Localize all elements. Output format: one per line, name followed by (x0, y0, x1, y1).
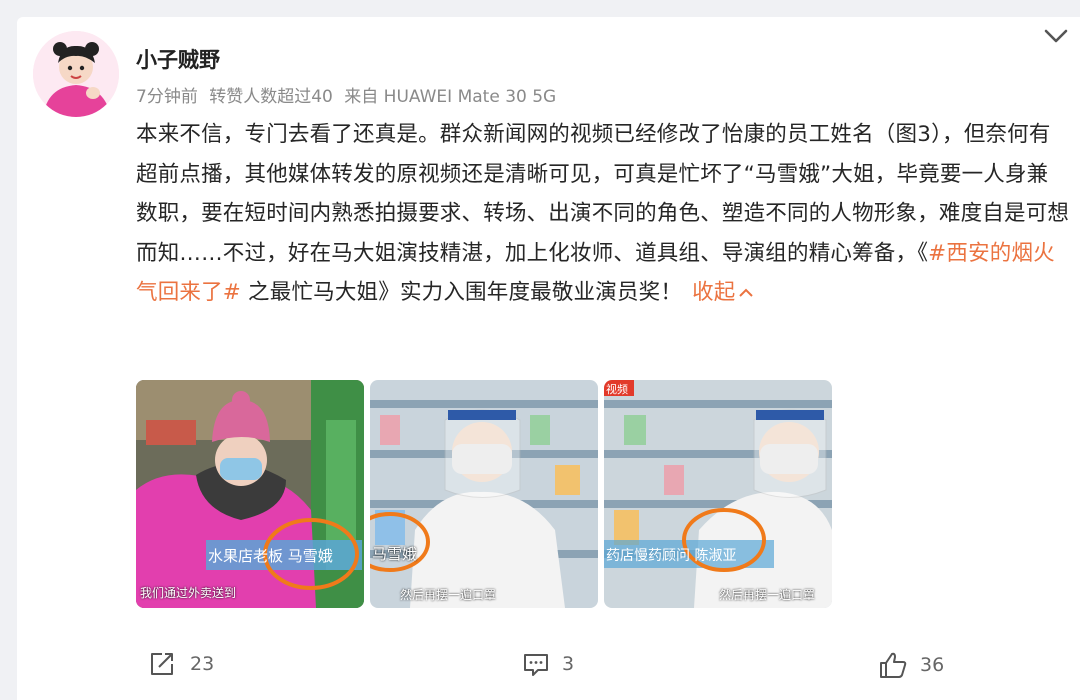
photo-caption: 水果店老板 马雪娥 (208, 547, 333, 565)
post-source: 来自 HUAWEI Mate 30 5G (344, 87, 557, 107)
repost-button[interactable]: 23 (148, 650, 214, 678)
photo-thumbnail[interactable]: 视频 药店慢药顾问 陈淑亚 然后再摆一遍口罩 (604, 380, 832, 608)
post-meta: 7分钟前 转赞人数超过40 来自 HUAWEI Mate 30 5G (136, 84, 562, 110)
comment-button[interactable]: 3 (522, 650, 574, 678)
photo-image (604, 380, 832, 608)
photo-subtitle: 然后再摆一遍口罩 (719, 588, 816, 602)
repost-count: 23 (190, 653, 215, 675)
like-button[interactable]: 36 (878, 650, 944, 680)
like-icon (880, 652, 907, 678)
photo-thumbnail[interactable]: 水果店老板 马雪娥 我们通过外卖送到 (136, 380, 364, 608)
photo-caption: 药店慢药顾问 陈淑亚 (606, 548, 737, 564)
avatar-image (33, 31, 119, 117)
photo-thumbnail[interactable]: 马雪娥 然后再摆一遍口罩 (370, 380, 598, 608)
photo-subtitle: 我们通过外卖送到 (140, 586, 237, 600)
chevron-down-icon (1044, 29, 1068, 43)
collapse-link[interactable]: 收起 (692, 280, 754, 305)
more-options-button[interactable] (1042, 22, 1070, 50)
like-count: 36 (920, 654, 945, 676)
avatar[interactable] (33, 31, 119, 117)
post-text: 本来不信，专门去看了还真是。群众新闻网的视频已经修改了怡康的员工姓名（图3），但… (136, 115, 1070, 313)
photo-subtitle: 然后再摆一遍口罩 (400, 588, 497, 602)
chevron-up-icon (739, 288, 754, 297)
photo-caption: 马雪娥 (372, 545, 418, 563)
repost-note: 转赞人数超过40 (209, 87, 333, 107)
action-bar: 23 3 36 (0, 640, 1080, 690)
photo-image (370, 380, 598, 608)
repost-icon (151, 653, 173, 675)
comment-count: 3 (562, 653, 575, 675)
author-name[interactable]: 小子贼野 (136, 45, 220, 75)
photo-image (136, 380, 364, 608)
post-text-part2: 之最忙马大姐》实力入围年度最敬业演员奖！ (241, 280, 683, 305)
collapse-label: 收起 (692, 280, 736, 305)
post-time: 7分钟前 (136, 87, 198, 107)
photo-corner-tag: 视频 (606, 383, 628, 396)
comment-icon (524, 654, 548, 676)
